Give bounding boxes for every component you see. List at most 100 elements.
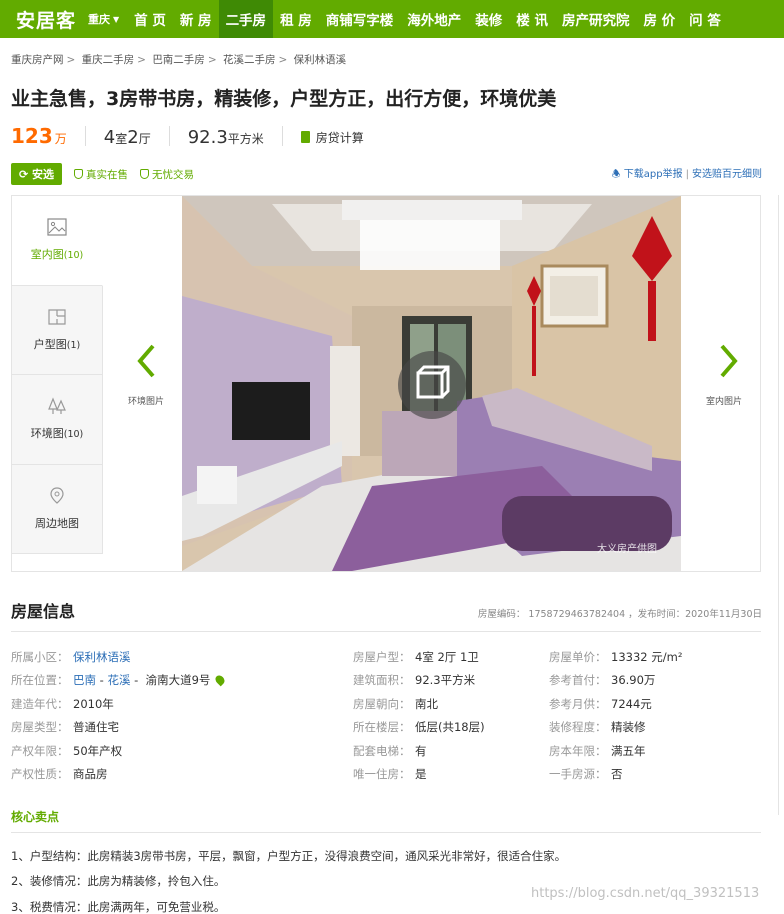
info-value: 2010年 <box>73 696 114 711</box>
info-row: 建筑面积： 92.3平方米 <box>353 669 485 693</box>
info-label: 产权年限： <box>11 743 69 758</box>
room-photo[interactable]: 大义房产供图 <box>182 196 681 571</box>
info-row: 房本年限： 满五年 <box>549 739 682 763</box>
chevron-down-icon: ▼ <box>113 14 120 24</box>
breadcrumb-item[interactable]: 花溪二手房 <box>223 54 276 66</box>
map-pin-icon[interactable] <box>214 673 227 687</box>
district-link[interactable]: 巴南 <box>73 672 96 688</box>
nav-item-new-house[interactable]: 新 房 <box>173 0 219 38</box>
info-label: 房屋朝向： <box>353 696 411 711</box>
tab-label: 室内图 <box>30 248 64 262</box>
area-value: 92.3 <box>187 127 228 148</box>
tag-label: 真实在售 <box>86 168 129 181</box>
nav-item-home[interactable]: 首 页 <box>127 0 173 38</box>
core-points-heading: 核心卖点 <box>11 810 60 824</box>
floorplan-icon <box>48 309 66 325</box>
compensation-link[interactable]: 安选赔百元细则 <box>692 169 762 180</box>
nav-item-commercial[interactable]: 商铺写字楼 <box>319 0 401 38</box>
next-category-label[interactable]: 室内图片 <box>706 394 742 407</box>
calculator-icon <box>300 131 310 143</box>
prev-category-label[interactable]: 环境图片 <box>128 394 164 407</box>
info-row: 房屋朝向： 南北 <box>353 692 485 716</box>
community-link[interactable]: 保利林语溪 <box>73 649 131 665</box>
info-value: 36.90万 <box>611 673 656 688</box>
nav-item-overseas[interactable]: 海外地产 <box>400 0 468 38</box>
info-value: 50年产权 <box>73 743 123 758</box>
info-row: 唯一住房： 是 <box>353 763 485 787</box>
nav-item-news[interactable]: 楼 讯 <box>509 0 555 38</box>
shield-icon <box>74 169 84 179</box>
nav-item-price[interactable]: 房 价 <box>636 0 682 38</box>
tab-floorplan[interactable]: 户型图(1) <box>12 285 103 375</box>
info-label: 房本年限： <box>549 743 607 758</box>
mortgage-calc-link[interactable]: 房贷计算 <box>300 129 364 146</box>
info-column-1: 所属小区： 保利林语溪 所在位置： 巴南 - 花溪 - 渝南大道9号 建造年代： 20… <box>11 645 227 786</box>
nav-item-research[interactable]: 房产研究院 <box>555 0 637 38</box>
rooms-unit: 室 <box>115 132 128 146</box>
report-links: 🕭 下载app举报 | 安选赔百元细则 <box>611 169 762 180</box>
info-row: 参考首付： 36.90万 <box>549 669 682 693</box>
info-row: 所在位置： 巴南 - 花溪 - 渝南大道9号 <box>11 669 227 693</box>
vr-tour-button[interactable] <box>398 351 466 419</box>
info-label: 配套电梯： <box>353 743 411 758</box>
info-value: 否 <box>611 767 623 782</box>
prev-arrow-icon[interactable] <box>137 344 155 378</box>
breadcrumb-item[interactable]: 重庆房产网 <box>11 54 64 66</box>
trees-icon <box>48 397 66 415</box>
divider <box>84 126 86 146</box>
area-link[interactable]: 花溪 <box>107 672 130 688</box>
price-row: 123 万 4室2厅 92.3 平方米 房贷计算 <box>11 124 364 148</box>
info-label: 装修程度： <box>549 720 607 735</box>
city-selector[interactable]: 重庆 ▼ <box>88 0 127 38</box>
anxuan-badge[interactable]: ⟳ 安选 <box>11 163 63 185</box>
halls-count: 2 <box>127 127 139 148</box>
info-row: 装修程度： 精装修 <box>549 716 682 740</box>
breadcrumb-item[interactable]: 保利林语溪 <box>294 54 347 66</box>
nav-item-decoration[interactable]: 装修 <box>468 0 509 38</box>
nav-item-second-hand[interactable]: 二手房 <box>218 0 274 38</box>
info-row: 产权年限： 50年产权 <box>11 739 224 763</box>
next-arrow-icon[interactable] <box>720 344 738 378</box>
image-icon <box>47 218 67 236</box>
info-label: 产权性质： <box>11 767 69 782</box>
tab-count: (1) <box>66 339 81 351</box>
info-row: 所在楼层： 低层(共18层) <box>353 716 485 740</box>
nav-item-qa[interactable]: 问 答 <box>682 0 728 38</box>
tab-interior[interactable]: 室内图(10) <box>12 196 103 286</box>
info-label: 建筑面积： <box>353 673 411 688</box>
info-value: 是 <box>415 767 427 782</box>
tab-map[interactable]: 周边地图 <box>12 464 103 554</box>
tag-real-sale[interactable]: 真实在售 <box>74 167 128 182</box>
mortgage-calc-label: 房贷计算 <box>315 130 364 145</box>
info-row: 房屋单价： 13332 元/m² <box>549 645 682 669</box>
nav-item-rent[interactable]: 租 房 <box>273 0 319 38</box>
cube-icon <box>416 365 450 399</box>
divider <box>168 126 170 146</box>
info-label: 所属小区： <box>11 649 69 664</box>
rooms-count: 4 <box>103 127 116 148</box>
selling-point: 2、装修情况：此房为精装修，拎包入住。 <box>11 874 226 888</box>
house-info-heading: 房屋信息 <box>11 602 76 621</box>
tab-label: 环境图 <box>30 427 64 441</box>
info-column-2: 房屋户型： 4室 2厅 1卫 建筑面积： 92.3平方米 房屋朝向： 南北 所在楼层：… <box>353 645 485 786</box>
breadcrumb-item[interactable]: 重庆二手房 <box>82 54 135 66</box>
tab-label: 周边地图 <box>35 516 79 530</box>
info-row: 房屋类型： 普通住宅 <box>11 716 224 740</box>
gallery-tabs: 室内图(10) 户型图(1) 环境图(10) 周边地图 <box>12 196 103 571</box>
divider <box>11 631 761 632</box>
breadcrumb-item[interactable]: 巴南二手房 <box>152 54 205 66</box>
halls-unit: 厅 <box>138 132 151 146</box>
listing-meta: 房屋编码： 1758729463782404 ，发布时间：2020年11月30日 <box>477 609 762 620</box>
info-row: 所属小区： 保利林语溪 <box>11 645 224 669</box>
tab-environment[interactable]: 环境图(10) <box>12 375 103 465</box>
total-price: 123 <box>11 124 53 148</box>
tag-worry-free[interactable]: 无忧交易 <box>140 167 194 182</box>
info-value: 92.3平方米 <box>415 673 476 688</box>
photo-watermark: 大义房产供图 <box>597 544 657 555</box>
site-logo[interactable]: 安居客 <box>0 0 88 38</box>
info-label: 所在楼层： <box>353 720 411 735</box>
info-row: 房屋户型： 4室 2厅 1卫 <box>353 645 485 669</box>
report-link[interactable]: 下载app举报 <box>624 169 683 180</box>
tab-label: 户型图 <box>33 337 67 351</box>
tag-label: 无忧交易 <box>152 168 195 181</box>
